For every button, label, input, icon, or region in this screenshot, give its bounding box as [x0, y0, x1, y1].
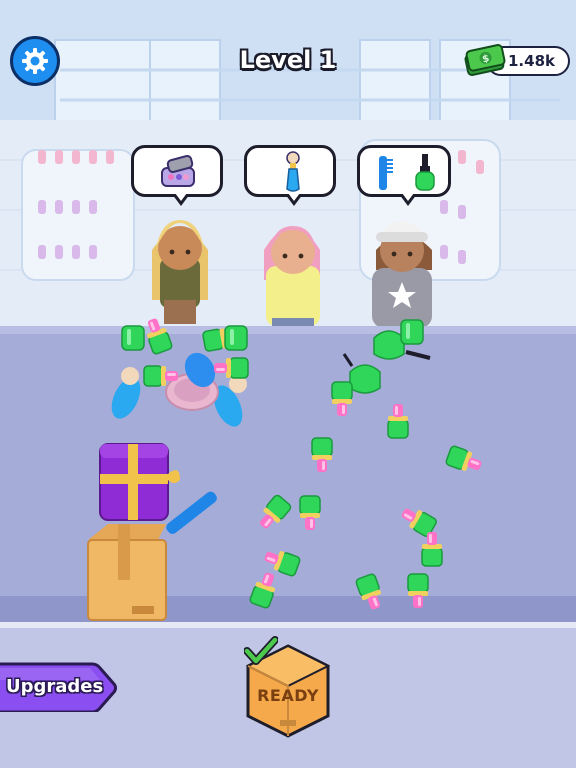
checkmark-icon [244, 636, 278, 665]
cash-stack-icon: $ [464, 44, 506, 76]
ready-button[interactable]: READY [240, 636, 336, 740]
upgrades-button[interactable]: Upgrades [0, 662, 118, 712]
money-amount: 1.48k [508, 52, 555, 70]
cardboard-box [87, 524, 167, 621]
customer-pink-hair-girl [264, 226, 320, 330]
comb-icon [379, 156, 393, 190]
gift-box [99, 443, 180, 521]
money-counter: $ 1.48k [462, 42, 572, 78]
customer-beanie-girl [372, 221, 432, 328]
makeup-brush-icon [286, 151, 300, 192]
order-bubble-3 [357, 145, 451, 206]
nail-polish-icon [415, 154, 435, 191]
compact-palette-icon [161, 154, 195, 187]
upgrades-label: Upgrades [6, 676, 104, 697]
ready-label: READY [257, 686, 319, 705]
order-bubble-1 [131, 145, 223, 206]
order-bubble-2 [244, 145, 336, 206]
